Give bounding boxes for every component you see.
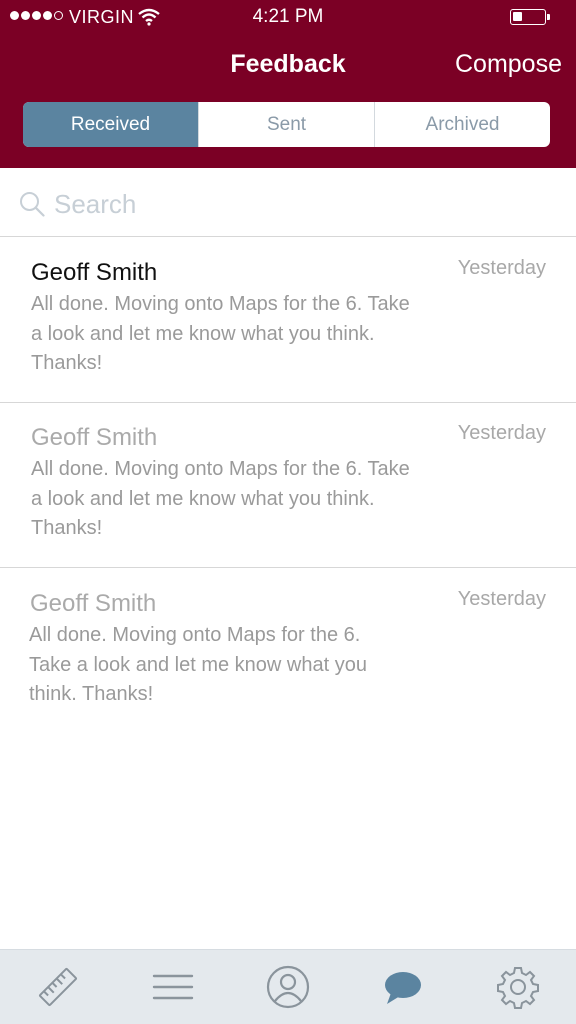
- message-preview: All done. Moving onto Maps for the 6. Ta…: [31, 458, 410, 539]
- chat-bubble-icon: [385, 972, 422, 1004]
- message-date: Yesterday: [457, 257, 546, 279]
- tab-settings[interactable]: [461, 950, 576, 1024]
- message-preview: All done. Moving onto Maps for the 6. Ta…: [29, 624, 367, 705]
- tab-sent[interactable]: Sent: [198, 102, 374, 147]
- segmented-control: Received Sent Archived: [23, 102, 550, 147]
- header: VIRGIN 4:21 PM Feedback Compose Received…: [0, 0, 576, 168]
- message-sender: Geoff Smith: [31, 259, 158, 286]
- tab-menu[interactable]: [115, 950, 230, 1024]
- battery-icon: [510, 9, 546, 25]
- tab-bar: [0, 949, 576, 1024]
- battery-tip: [547, 14, 550, 20]
- tab-received[interactable]: Received: [23, 102, 198, 147]
- message-row[interactable]: Geoff Smith Yesterday All done. Moving o…: [0, 237, 576, 403]
- message-sender: Geoff Smith: [30, 590, 157, 617]
- gear-icon: [497, 967, 540, 1009]
- search-input[interactable]: [54, 186, 554, 222]
- status-time: 4:21 PM: [252, 6, 324, 27]
- search-bar: [0, 168, 576, 237]
- compose-button[interactable]: Compose: [455, 50, 562, 79]
- search-icon: [20, 192, 45, 217]
- message-row[interactable]: Geoff Smith Yesterday All done. Moving o…: [0, 568, 576, 734]
- message-preview: All done. Moving onto Maps for the 6. Ta…: [31, 293, 410, 374]
- tab-archived[interactable]: Archived: [374, 102, 550, 147]
- tab-ruler[interactable]: [0, 950, 115, 1024]
- message-sender: Geoff Smith: [31, 424, 158, 451]
- message-date: Yesterday: [457, 588, 546, 610]
- menu-icon: [152, 974, 193, 1000]
- ruler-icon: [38, 968, 77, 1006]
- tab-feedback[interactable]: [346, 950, 461, 1024]
- message-date: Yesterday: [457, 422, 546, 444]
- profile-icon: [266, 965, 310, 1009]
- tab-profile[interactable]: [230, 950, 345, 1024]
- message-row[interactable]: Geoff Smith Yesterday All done. Moving o…: [0, 402, 576, 568]
- status-bar: VIRGIN 4:21 PM: [0, 0, 576, 34]
